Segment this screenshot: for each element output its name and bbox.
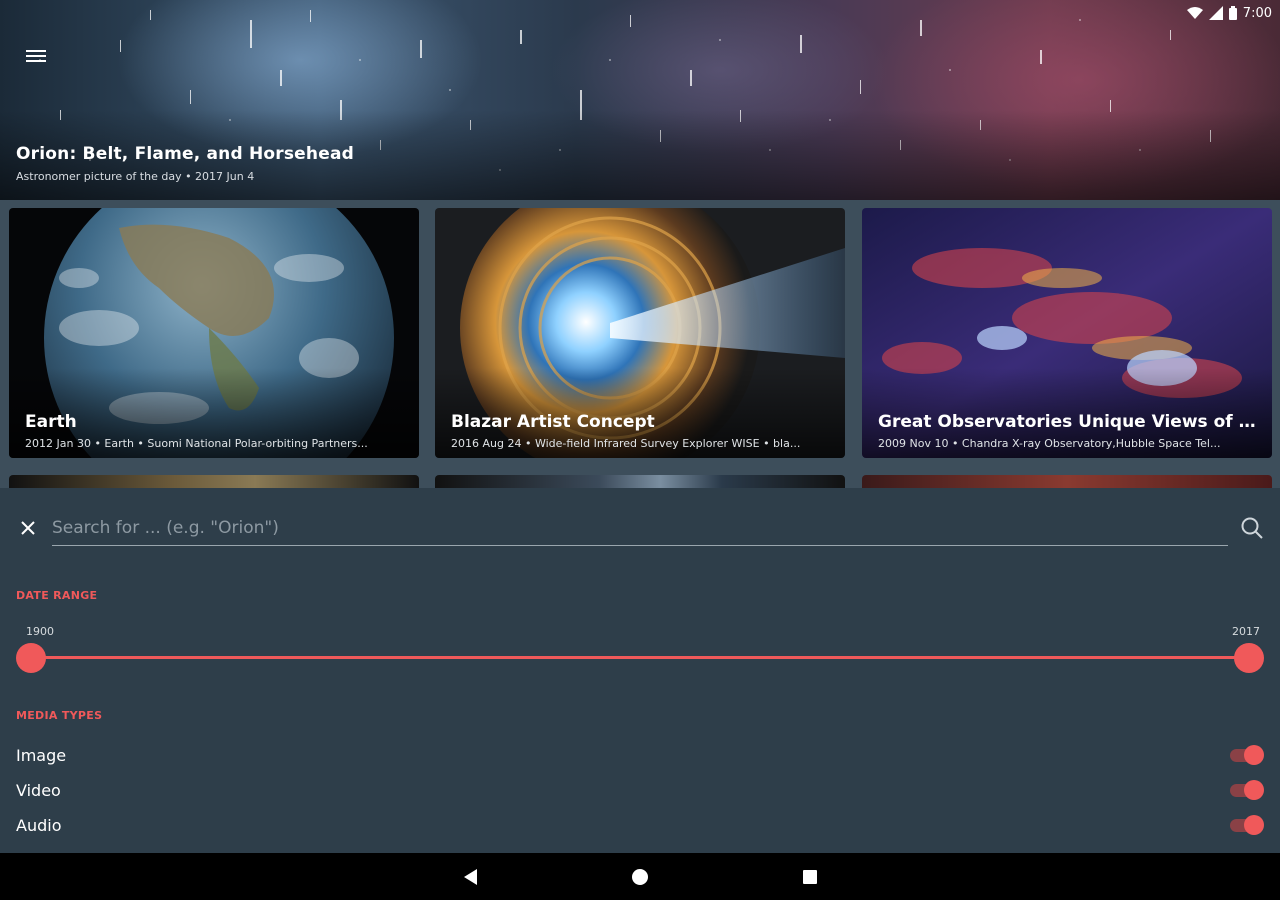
card-meta: 2016 Aug 24 • Wide-field Infrared Survey…	[451, 437, 801, 450]
recents-icon	[803, 869, 817, 884]
media-row-video: Video	[16, 776, 1264, 804]
home-icon	[632, 868, 648, 885]
search-panel: DATE RANGE 1900 2017 MEDIA TYPES Image V…	[0, 488, 1280, 853]
date-range-label: DATE RANGE	[16, 589, 98, 602]
wifi-icon	[1186, 7, 1203, 19]
media-row-image: Image	[16, 741, 1264, 769]
menu-button[interactable]	[22, 42, 50, 70]
card-milky-way[interactable]: Great Observatories Unique Views of the …	[862, 208, 1272, 458]
card-meta: 2012 Jan 30 • Earth • Suomi National Pol…	[25, 437, 368, 450]
range-min-value: 1900	[26, 625, 54, 638]
video-toggle[interactable]	[1230, 780, 1264, 800]
hamburger-icon	[26, 50, 46, 62]
search-icon	[1241, 517, 1263, 539]
image-toggle[interactable]	[1230, 745, 1264, 765]
range-max-value: 2017	[1232, 625, 1260, 638]
battery-icon	[1228, 6, 1237, 20]
card-earth[interactable]: Earth 2012 Jan 30 • Earth • Suomi Nation…	[9, 208, 419, 458]
card-title: Earth	[25, 412, 77, 432]
date-range-slider[interactable]	[32, 656, 1249, 659]
card-blazar[interactable]: Blazar Artist Concept 2016 Aug 24 • Wide…	[435, 208, 845, 458]
clock: 7:00	[1242, 5, 1272, 21]
media-row-audio: Audio	[16, 811, 1264, 839]
toggle-knob	[1244, 745, 1264, 765]
card-title: Great Observatories Unique Views of the …	[878, 412, 1260, 432]
signal-icon	[1208, 6, 1223, 20]
media-label: Video	[16, 780, 61, 800]
audio-toggle[interactable]	[1230, 815, 1264, 835]
home-button[interactable]	[620, 857, 660, 897]
back-button[interactable]	[450, 857, 490, 897]
media-types-label: MEDIA TYPES	[16, 709, 103, 722]
close-icon	[21, 521, 35, 535]
range-max-thumb[interactable]	[1234, 643, 1264, 673]
hero-banner[interactable]: 7:00 Orion: Belt, Flame, and Horsehead A…	[0, 0, 1280, 200]
status-bar: 7:00	[1186, 2, 1272, 24]
search-button[interactable]	[1238, 514, 1266, 542]
toggle-knob	[1244, 815, 1264, 835]
card-meta: 2009 Nov 10 • Chandra X-ray Observatory,…	[878, 437, 1221, 450]
range-min-thumb[interactable]	[16, 643, 46, 673]
hero-subtitle: Astronomer picture of the day • 2017 Jun…	[16, 170, 255, 183]
close-search-button[interactable]	[16, 516, 40, 540]
hero-title: Orion: Belt, Flame, and Horsehead	[16, 144, 354, 164]
card-peek[interactable]	[862, 475, 1272, 488]
image-grid[interactable]: Earth 2012 Jan 30 • Earth • Suomi Nation…	[0, 200, 1280, 488]
system-nav-bar	[0, 853, 1280, 900]
card-title: Blazar Artist Concept	[451, 412, 655, 432]
card-peek[interactable]	[435, 475, 845, 488]
card-peek[interactable]	[9, 475, 419, 488]
search-input[interactable]	[52, 514, 1228, 546]
media-label: Image	[16, 745, 67, 765]
toggle-knob	[1244, 780, 1264, 800]
recents-button[interactable]	[790, 857, 830, 897]
back-icon	[464, 868, 477, 885]
media-label: Audio	[16, 815, 62, 835]
